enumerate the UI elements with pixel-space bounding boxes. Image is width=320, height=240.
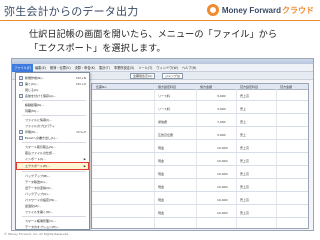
table-row[interactable]: 現金 10,000 売上高 <box>92 156 308 166</box>
col-debit-account: 借方勘定科目 <box>158 85 177 89</box>
menu-separator <box>22 216 86 217</box>
file-menu-dropdown: 新規作成(N)... Ctrl+N 開く(O)... Ctrl+O 閉じる(C) 名… <box>15 72 90 230</box>
menu-item-sync[interactable]: 同期(M)... <box>17 108 88 114</box>
menu-item-import[interactable]: インポート(I)... ▶ <box>17 156 88 162</box>
menu-help[interactable]: ヘルプ(H) <box>180 64 198 72</box>
menu-separator <box>22 171 86 172</box>
menu-item-open-recent[interactable]: ファイルを開く(R)... <box>17 209 88 215</box>
menu-item-save-as[interactable]: 名前を付けて保存(A)... <box>17 93 88 99</box>
instruction-line-2: 「エクスポート」を選択します。 <box>29 43 166 54</box>
table-row[interactable]: リース料 3,000 売上 <box>92 104 308 114</box>
menu-separator <box>22 142 86 143</box>
col-voucher-no: 伝票No. <box>96 85 107 89</box>
menu-item-export[interactable]: エクスポート(E)... ▶ <box>16 162 89 170</box>
menu-office-settings[interactable]: 事業所設定(S) <box>112 64 136 72</box>
journal-ledger-grid: 伝票No. 借方勘定科目 借方金額 貸方勘定科目 貸方金額 リース料 3,000… <box>91 83 309 229</box>
menu-separator <box>22 115 86 116</box>
instruction-text: 仕訳日記帳の画面を開いたら、メニューの「ファイル」から 「エクスポート」を選択し… <box>29 28 277 56</box>
slide-title: 弥生会計からのデータ出力 <box>4 5 139 18</box>
menu-item-data-options[interactable]: データのオプション(H)... <box>17 224 88 230</box>
col-credit-account: 貸方勘定科目 <box>240 85 259 89</box>
brand-suffix: クラウド <box>282 5 314 15</box>
menu-separator <box>22 100 86 101</box>
menu-edit[interactable]: 編集(E) <box>33 64 48 72</box>
table-row[interactable]: 広告宣伝費 3,000 売上 <box>92 130 308 140</box>
menu-bar: ファイル(F) 編集(E) 帳簿・伝票(V) 決算・申告(K) 集計(T) 事業… <box>12 63 313 72</box>
menu-file[interactable]: ファイル(F) <box>12 63 34 72</box>
menu-closing[interactable]: 決算・申告(K) <box>73 64 98 72</box>
all-period-button[interactable]: 全期間表示(A) <box>130 73 156 79</box>
instruction-line-1: 仕訳日記帳の画面を開いたら、メニューの「ファイル」から <box>29 29 278 40</box>
menu-tools[interactable]: ツール(T) <box>136 64 154 72</box>
table-row[interactable]: 現金 10,000 売上高 <box>92 143 308 153</box>
menu-books[interactable]: 帳簿・伝票(V) <box>48 64 73 72</box>
app-window: ファイル(F) 編集(E) 帳簿・伝票(V) 決算・申告(K) 集計(T) 事業… <box>11 58 314 231</box>
col-debit-amount: 借方金額 <box>200 85 213 89</box>
brand-logo: Money Forward クラウド <box>206 4 314 16</box>
table-row[interactable]: 現金 10,000 売上高 <box>92 169 308 179</box>
col-credit-amount: 貸方金額 <box>280 85 293 89</box>
menu-window[interactable]: ウィンドウ(W) <box>154 64 180 72</box>
table-row[interactable]: リース料 3,000 売上高 <box>92 91 308 101</box>
table-row[interactable]: 現金 10,000 売上高 <box>92 208 308 218</box>
menu-summary[interactable]: 集計(T) <box>97 64 112 72</box>
new-file-icon <box>19 76 23 80</box>
table-row[interactable]: 現金 10,000 売上高 <box>92 195 308 205</box>
open-folder-icon <box>19 82 23 86</box>
slide-header: 弥生会計からのデータ出力 Money Forward クラウド <box>0 0 320 21</box>
table-row[interactable]: 通信費 7,000 売上 <box>92 117 308 127</box>
excel-icon <box>19 136 23 140</box>
brand-name: Money Forward <box>221 5 281 15</box>
copyright-notice: © Money Forward, Inc. All Rights Reserve… <box>4 232 70 236</box>
brand-logo-icon <box>206 4 219 16</box>
printer-icon <box>19 130 23 134</box>
jump-button[interactable]: ジャンプ(J) <box>162 73 183 79</box>
save-icon <box>19 94 23 98</box>
header-divider <box>0 20 320 21</box>
menu-item-excel-export[interactable]: Excelへの書き出し(L)... <box>17 135 88 141</box>
table-row[interactable]: 現金 10,000 売上高 <box>92 182 308 192</box>
